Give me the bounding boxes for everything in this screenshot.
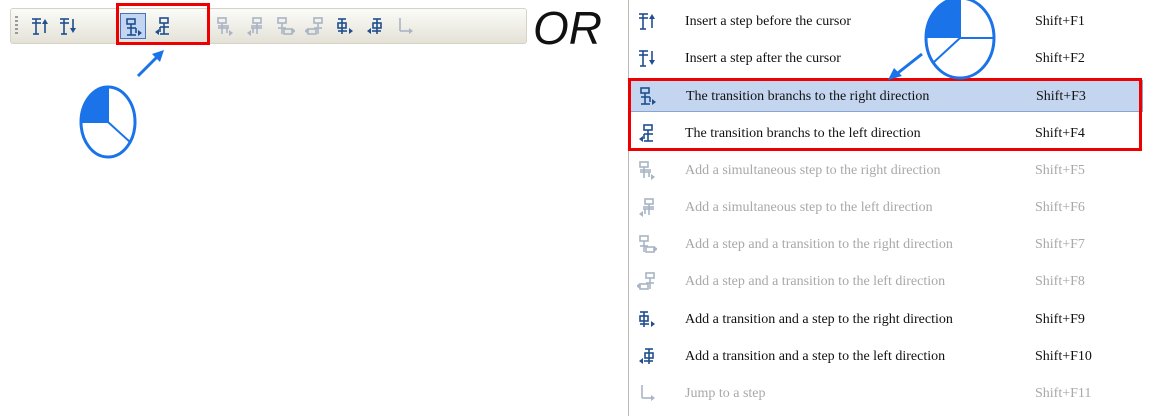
- menu-item-simultaneous-step-right[interactable]: Add a simultaneous step to the right dir…: [629, 155, 1143, 187]
- menu-item-label: Add a transition and a step to the left …: [685, 348, 946, 364]
- menu-item-label: Jump to a step: [685, 386, 766, 401]
- menu-item-transition-step-left[interactable]: Add a transition and a step to the left …: [629, 341, 1143, 373]
- transition-step-left-icon: [637, 346, 657, 371]
- jump-to-step-icon: [637, 383, 657, 408]
- menu-item-shortcut: Shift+F11: [1035, 386, 1092, 401]
- insert-step-before-icon: [637, 11, 657, 36]
- sfc-toolbar: [10, 8, 527, 44]
- jump-to-step-icon: [399, 18, 413, 34]
- insert-step-after-icon: [637, 48, 657, 73]
- toolbar-button-transition-step-right[interactable]: [332, 13, 358, 39]
- transition-step-left-icon: [367, 18, 382, 34]
- simultaneous-step-right-icon: [217, 17, 233, 36]
- insert-step-before-icon: [32, 18, 48, 35]
- menu-item-shortcut: Shift+F2: [1035, 51, 1085, 67]
- menu-item-label: Add a transition and a step to the right…: [685, 311, 953, 327]
- transition-step-right-icon: [337, 18, 353, 34]
- toolbar-button-step-transition-right[interactable]: [272, 13, 298, 39]
- menu-item-label: Add a simultaneous step to the left dire…: [685, 200, 933, 215]
- simultaneous-step-right-icon: [637, 160, 657, 185]
- menu-item-simultaneous-step-left[interactable]: Add a simultaneous step to the left dire…: [629, 192, 1143, 224]
- menu-item-shortcut: Shift+F10: [1035, 348, 1092, 364]
- toolbar-button-insert-step-before[interactable]: [27, 13, 53, 39]
- toolbar-highlight-box: [116, 3, 210, 45]
- transition-step-right-icon: [637, 309, 657, 334]
- menu-item-label: Add a step and a transition to the right…: [685, 237, 953, 253]
- simultaneous-step-left-icon: [637, 197, 657, 222]
- toolbar-button-jump-to-step[interactable]: [392, 13, 418, 39]
- menu-item-shortcut: Shift+F6: [1035, 200, 1085, 215]
- menu-item-label: Add a step and a transition to the left …: [685, 274, 946, 290]
- menu-item-shortcut: Shift+F5: [1035, 162, 1085, 178]
- menu-item-shortcut: Shift+F7: [1035, 237, 1085, 253]
- menu-item-step-transition-left[interactable]: Add a step and a transition to the left …: [629, 266, 1143, 298]
- toolbar-grip[interactable]: [15, 16, 18, 36]
- menu-item-shortcut: Shift+F1: [1035, 14, 1085, 29]
- simultaneous-step-left-icon: [247, 17, 262, 36]
- toolbar-button-transition-step-left[interactable]: [362, 13, 388, 39]
- menu-pointer-arrow-icon: [888, 52, 923, 80]
- insert-step-after-icon: [60, 18, 76, 35]
- menu-item-label: Insert a step after the cursor: [685, 51, 841, 67]
- toolbar-button-simultaneous-step-right[interactable]: [212, 13, 238, 39]
- step-transition-left-icon: [305, 17, 323, 35]
- or-label: OR: [533, 2, 602, 54]
- menu-item-shortcut: Shift+F8: [1035, 274, 1085, 290]
- menu-item-label: Insert a step before the cursor: [685, 14, 851, 29]
- menu-highlight-box: [628, 78, 1142, 151]
- step-transition-left-icon: [636, 271, 657, 296]
- toolbar-button-simultaneous-step-left[interactable]: [242, 13, 268, 39]
- step-transition-right-icon: [277, 17, 295, 35]
- menu-item-shortcut: Shift+F9: [1035, 311, 1085, 327]
- menu-item-jump-to-step[interactable]: Jump to a step Shift+F11: [629, 378, 1143, 410]
- toolbar-button-step-transition-left[interactable]: [302, 13, 328, 39]
- menu-item-step-transition-right[interactable]: Add a step and a transition to the right…: [629, 229, 1143, 261]
- menu-item-transition-step-right[interactable]: Add a transition and a step to the right…: [629, 304, 1143, 336]
- menu-item-label: Add a simultaneous step to the right dir…: [685, 162, 941, 178]
- pointer-arrow-icon: [136, 50, 164, 78]
- mouse-click-indicator-icon: [79, 85, 137, 159]
- step-transition-right-icon: [637, 234, 658, 259]
- toolbar-button-insert-step-after[interactable]: [55, 13, 81, 39]
